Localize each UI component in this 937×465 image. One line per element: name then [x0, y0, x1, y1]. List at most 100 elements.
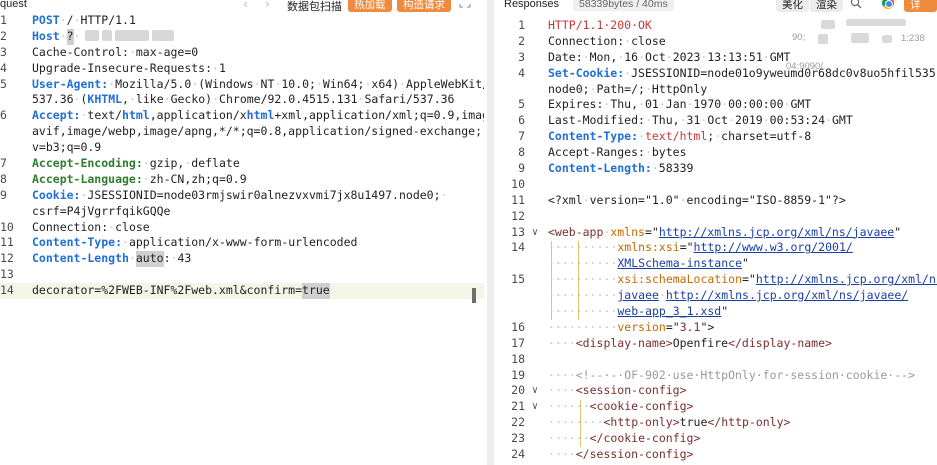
code-line[interactable]: 21 ∨ ······<cookie-config>	[494, 399, 937, 415]
code-line[interactable]: 6 Accept:·text/html,application/xhtml+xml…	[0, 108, 484, 124]
code-line[interactable]: 7 Content-Type:·text/html;·charset=utf-8	[494, 129, 937, 145]
fold-toggle-icon[interactable]: ∨	[532, 399, 538, 415]
code-token: ······	[548, 399, 590, 414]
code-token: <cookie-config>	[589, 399, 694, 414]
line-number: 1	[0, 13, 7, 27]
code-line[interactable]: node0;·Path=/;·HttpOnly	[494, 82, 937, 98]
browser-icon[interactable]	[882, 0, 894, 9]
pane-divider[interactable]	[487, 0, 494, 465]
line-number: 20	[511, 383, 525, 398]
code-line[interactable]: 9 Cookie:·JSESSIONID=node03rmjswir0alnezv…	[0, 188, 484, 204]
detail-button[interactable]: 详 情	[904, 0, 937, 26]
line-text: node0;·Path=/;·HttpOnly	[548, 82, 707, 98]
search-icon[interactable]	[850, 0, 862, 9]
code-line[interactable]: 10 Connection:·close	[0, 220, 484, 236]
line-text: avif,image/webp,image/apng,*/*;q=0.8,app…	[32, 124, 482, 140]
code-line[interactable]: 10	[494, 177, 937, 193]
code-line[interactable]: 14 decorator=%2FWEB-INF%2Fweb.xml&confirm…	[0, 283, 484, 300]
line-number: 13	[0, 267, 14, 282]
code-token: javaee	[617, 288, 659, 303]
code-line[interactable]: 20 ∨ ····<session-config>	[494, 383, 937, 399]
line-number: 24	[511, 447, 525, 462]
response-toolbar: Responses 58339bytes / 40ms 美化 渲染 详 情	[494, 0, 937, 26]
code-token: ·	[73, 28, 81, 43]
code-line[interactable]: 23 ······</cookie-config>	[494, 431, 937, 447]
render-button[interactable]: 渲染	[810, 0, 843, 12]
indent-guide	[551, 240, 552, 321]
code-token: xmlns	[610, 224, 645, 239]
hot-load-button[interactable]: 热加载	[348, 0, 392, 12]
left-arrow-icon[interactable]: ‹	[243, 0, 248, 11]
code-line[interactable]: 12	[494, 209, 937, 225]
line-number: 7	[0, 156, 7, 171]
code-line[interactable]: 7 Accept-Encoding:·gzip,·deflate	[0, 156, 484, 172]
code-line[interactable]: v=b3;q=0.9	[0, 140, 484, 156]
code-line[interactable]: 3 Cache-Control:·max-age=0	[0, 45, 484, 61]
code-line[interactable]: 11 <?xml·version="1.0"·encoding="ISO-8859…	[494, 193, 937, 209]
request-scrollbar-marker[interactable]	[472, 288, 476, 303]
line-number: 4	[0, 60, 7, 75]
line-text: Content-Type:·application/x-www-form-url…	[32, 235, 357, 251]
code-line[interactable]: 6 Last-Modified:·Thu,·31·Oct·2019·00:53:2…	[494, 113, 937, 129]
code-line[interactable]: 1 POST·/·HTTP/1.1	[0, 13, 484, 29]
code-token: xmlns:xsi	[617, 240, 680, 255]
line-text: ····<!--·-·OF-902·use·HttpOnly·for·sessi…	[548, 368, 915, 384]
scan-packet-button[interactable]: 数据包扫描	[287, 0, 342, 14]
code-line[interactable]: 5 Expires:·Thu,·01·Jan·1970·00:00:00·GMT	[494, 97, 937, 113]
code-line[interactable]: 19 ····<!--·-·OF-902·use·HttpOnly·for·ses…	[494, 368, 937, 384]
code-line[interactable]: 8 Accept-Language:·zh-CN,zh;q=0.9	[0, 172, 484, 188]
line-number: 23	[511, 431, 525, 446]
fold-toggle-icon[interactable]: ∨	[532, 383, 538, 399]
code-line[interactable]: 12 Content-Length·auto:·43	[0, 251, 484, 268]
beautify-button[interactable]: 美化	[776, 0, 809, 12]
code-line[interactable]: 18	[494, 352, 937, 368]
code-line[interactable]: 22 ········<http-only>true</http-only>	[494, 415, 937, 431]
code-token: ?	[66, 28, 74, 45]
code-token: ·gzip,·deflate	[142, 156, 240, 171]
code-line[interactable]: 17 ····<display-name>Openfire</display-na…	[494, 336, 937, 352]
code-line[interactable]: 24 ····</session-config>	[494, 447, 937, 463]
code-token: <session-config>	[575, 383, 687, 398]
line-text: ··········javaee·http://xmlns.jcp.org/xm…	[548, 288, 908, 304]
code-line[interactable]: 13	[0, 267, 484, 283]
request-editor[interactable]: 1 POST·/·HTTP/1.1 2 Host·?· 3 Cache-Control:·…	[0, 13, 484, 300]
code-line[interactable]: ··········XMLSchema-instance"	[494, 256, 937, 272]
code-line[interactable]: 8 Accept-Ranges:·bytes	[494, 145, 937, 161]
build-request-button[interactable]: 构造请求	[397, 0, 451, 12]
line-number: 6	[0, 108, 7, 123]
code-line[interactable]: avif,image/webp,image/apng,*/*;q=0.8,app…	[0, 124, 484, 140]
code-token: 537.36·(	[32, 92, 88, 107]
code-line[interactable]: 4 Upgrade-Insecure-Requests:·1	[0, 61, 484, 77]
code-token: ····	[548, 367, 576, 382]
code-line[interactable]: 2 Host·?·	[0, 28, 484, 45]
code-line[interactable]: 537.36·(KHTML,·like·Gecko)·Chrome/92.0.4…	[0, 92, 484, 108]
code-token: Content-Type:	[548, 129, 639, 144]
code-token: </cookie-config>	[589, 431, 701, 446]
code-token: ··········	[548, 319, 618, 334]
code-line[interactable]: ··········web-app_3_1.xsd"	[494, 304, 937, 320]
code-line[interactable]: 13 ∨ <web-app·xmlns="http://xmlns.jcp.org/…	[494, 225, 937, 241]
right-arrow-icon[interactable]: ›	[265, 0, 270, 11]
code-line[interactable]: 16 ··········version="3.1">	[494, 320, 937, 336]
expand-icon[interactable]	[459, 0, 471, 8]
code-line[interactable]: 15 ··········xsi:schemaLocation="http://x…	[494, 272, 937, 288]
code-line[interactable]: ··········javaee·http://xmlns.jcp.org/xm…	[494, 288, 937, 304]
code-line[interactable]: 9 Content-Length:·58339	[494, 161, 937, 177]
code-token: <http-only>	[603, 415, 680, 430]
code-line[interactable]: 11 Content-Type:·application/x-www-form-u…	[0, 235, 484, 251]
fold-toggle-icon[interactable]: ∨	[532, 225, 538, 241]
code-line[interactable]: 14 ··········xmlns:xsi="http://www.w3.org…	[494, 240, 937, 256]
code-token: http://www.w3.org/2001/	[693, 240, 853, 255]
line-text: HTTP/1.1·200·OK	[548, 18, 652, 34]
line-number: 6	[518, 113, 525, 128]
redaction-block	[846, 19, 906, 26]
code-token: ·	[59, 28, 67, 43]
code-token: <!--·-·OF-902·use·HttpOnly·for·session·c…	[575, 367, 916, 382]
code-token: ·	[658, 288, 666, 303]
response-viewer[interactable]: 1 HTTP/1.1·200·OK 2 Connection:·close 3 Date:…	[494, 18, 937, 463]
redaction-block	[851, 33, 869, 43]
code-line[interactable]: csrf=P4jVgrrfqikGQQe	[0, 204, 484, 220]
code-line[interactable]: 4 Set-Cookie:·JSESSIONID=node01o9yweumd0r…	[494, 66, 937, 82]
code-token: v=b3;q=0.9	[32, 140, 102, 155]
code-line[interactable]: 5 User-Agent:·Mozilla/5.0·(Windows·NT·10.…	[0, 77, 484, 93]
